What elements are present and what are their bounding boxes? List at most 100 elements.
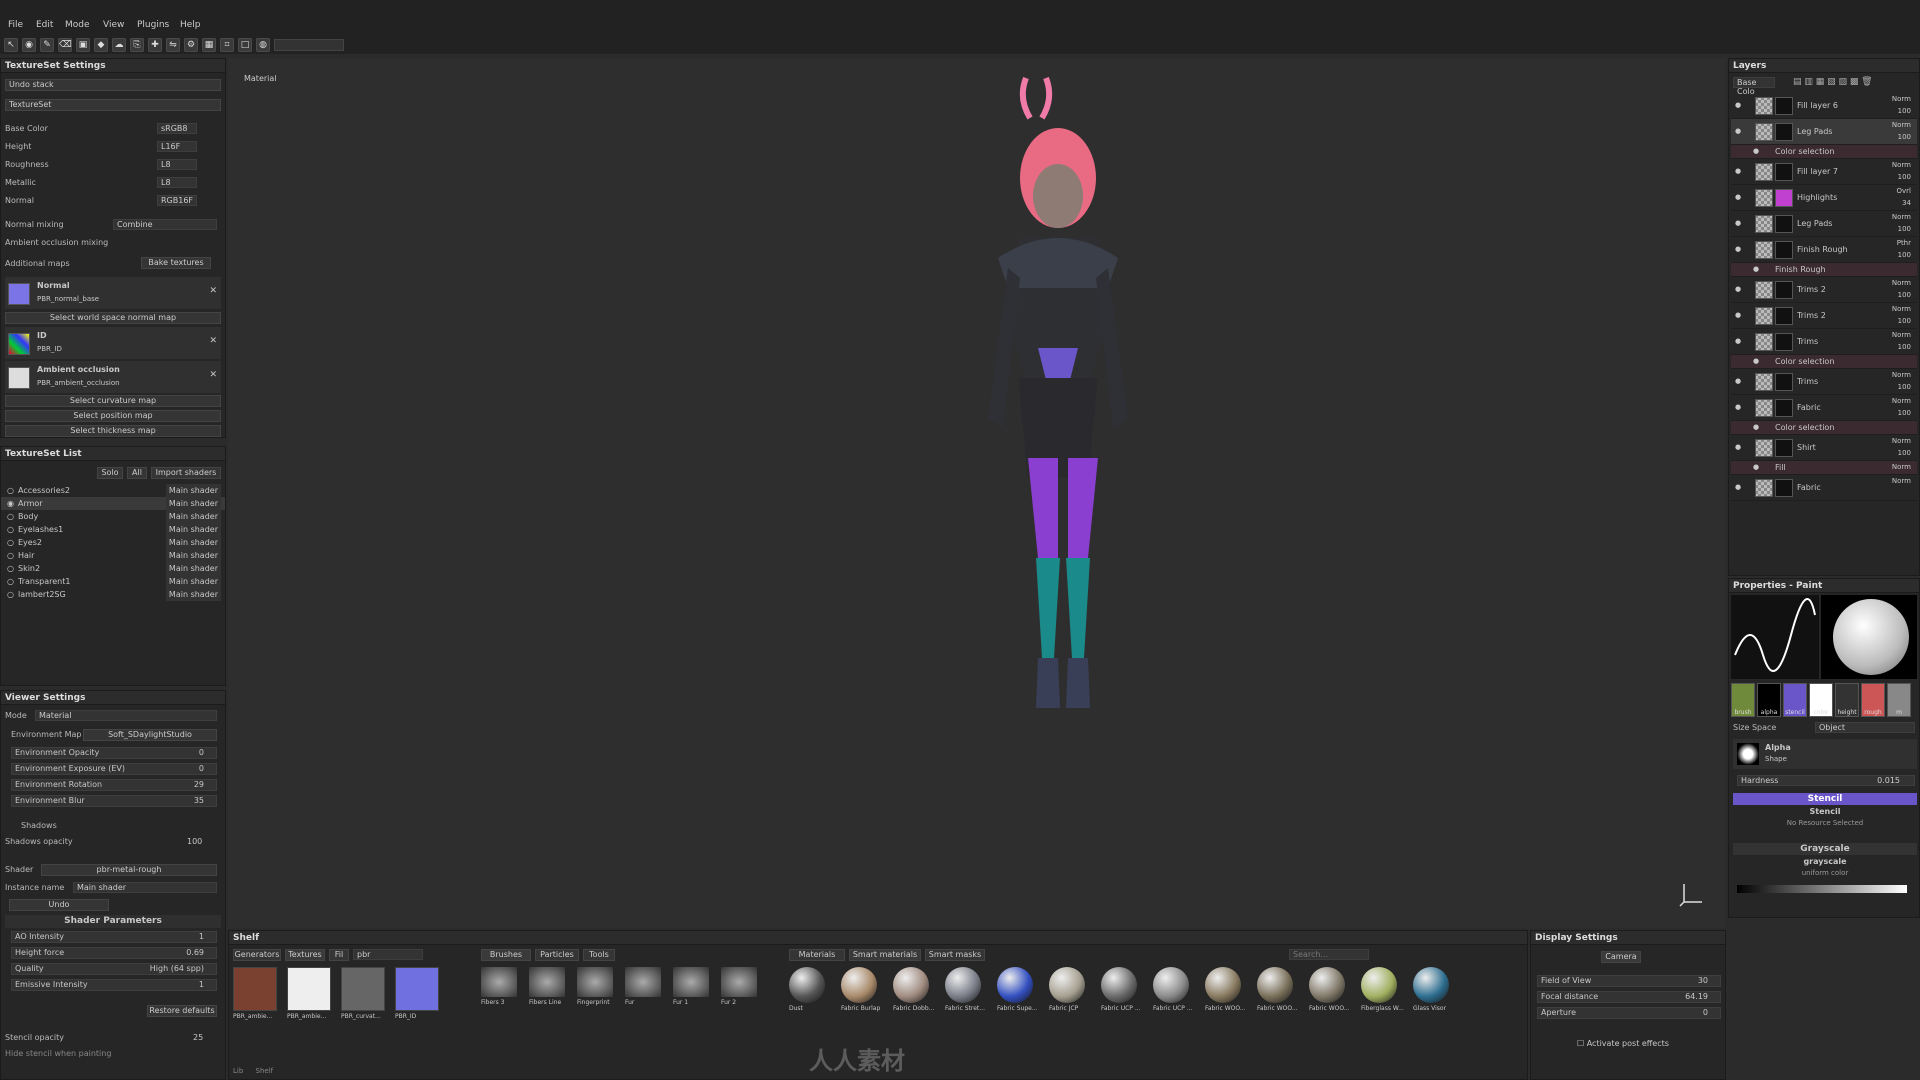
grayscale-header[interactable]: Grayscale <box>1733 843 1917 855</box>
shader-assign-button[interactable]: Main shader <box>165 536 221 549</box>
camera-field[interactable]: Aperture 0 <box>1537 1007 1721 1019</box>
eye-icon[interactable]: ● <box>1735 311 1741 319</box>
tab-filters[interactable]: Fil <box>329 949 349 961</box>
layer-row[interactable]: ● Fabric Norm <box>1731 475 1917 501</box>
textureset-list-item[interactable]: ○ Transparent1 Main shader <box>1 575 225 588</box>
layer-opacity[interactable]: 34 <box>1902 199 1911 207</box>
textureset-list-item[interactable]: ○ Skin2 Main shader <box>1 562 225 575</box>
texture-thumbnail[interactable]: PBR_ambie... <box>287 967 335 1025</box>
layer-row[interactable]: ● Trims Norm 100 <box>1731 369 1917 395</box>
layer-row[interactable]: ● Leg Pads Norm 100 <box>1731 211 1917 237</box>
picker-icon[interactable]: ✚ <box>148 38 162 52</box>
arrow-icon[interactable]: ↖ <box>4 38 18 52</box>
eye-icon[interactable]: ● <box>1753 265 1759 273</box>
material-thumbnail[interactable]: Fabric Supe... <box>997 967 1043 1015</box>
env-slider[interactable]: Environment Blur 35 <box>11 795 217 807</box>
menu-edit[interactable]: Edit <box>36 20 53 30</box>
layer-opacity[interactable]: 100 <box>1898 343 1911 351</box>
eye-icon[interactable]: ● <box>1735 193 1741 201</box>
material-thumbnail[interactable]: Fabric Burlap <box>841 967 887 1015</box>
shader-assign-button[interactable]: Main shader <box>165 575 221 588</box>
grayscale-slider[interactable] <box>1737 885 1907 893</box>
layer-opacity[interactable]: 100 <box>1898 107 1911 115</box>
hide-stencil-checkbox[interactable]: Hide stencil when painting <box>5 1047 221 1060</box>
eye-icon[interactable]: ● <box>1735 127 1741 135</box>
layer-opacity[interactable]: 100 <box>1898 173 1911 181</box>
menu-plugins[interactable]: Plugins <box>137 20 169 30</box>
radio-icon[interactable]: ○ <box>7 577 14 586</box>
layer-blend-mode[interactable]: Norm <box>1892 397 1911 405</box>
tab-smart-materials[interactable]: Smart materials <box>849 949 921 961</box>
normal-mixing-select[interactable]: Combine <box>113 219 217 230</box>
property-channel-stencil[interactable]: stencil <box>1783 683 1807 717</box>
size-space-select[interactable]: Object <box>1815 722 1915 733</box>
layer-blend-mode[interactable]: Norm <box>1892 437 1911 445</box>
channel-select[interactable]: Base Colo <box>1733 77 1775 96</box>
material-thumbnail[interactable]: Fabric WOO... <box>1257 967 1303 1015</box>
close-icon[interactable]: ✕ <box>209 286 217 296</box>
menu-help[interactable]: Help <box>180 20 201 30</box>
property-channel-m[interactable]: m <box>1887 683 1911 717</box>
textureset-list-item[interactable]: ○ Body Main shader <box>1 510 225 523</box>
toolbar-slider[interactable] <box>274 39 344 51</box>
material-thumbnail[interactable]: Fabric Stret... <box>945 967 991 1015</box>
layer-mask-row[interactable]: ● Finish Rough <box>1731 263 1917 277</box>
layer-blend-mode[interactable]: Norm <box>1892 95 1911 103</box>
shader-select[interactable]: pbr-metal-rough <box>41 864 217 876</box>
close-icon[interactable]: ✕ <box>209 370 217 380</box>
layer-row[interactable]: ● Leg Pads Norm 100 <box>1731 119 1917 145</box>
map-slot-ao[interactable]: Ambient occlusion PBR_ambient_occlusion … <box>5 361 221 393</box>
brush-thumbnail[interactable]: Fur 1 <box>673 967 713 1011</box>
material-thumbnail[interactable]: Fiberglass W... <box>1361 967 1407 1015</box>
textureset-list-item[interactable]: ○ Accessories2 Main shader <box>1 484 225 497</box>
radio-icon[interactable]: ◉ <box>7 499 14 508</box>
brush-thumbnail[interactable]: Fur <box>625 967 665 1011</box>
layer-blend-mode[interactable]: Norm <box>1892 305 1911 313</box>
select-position-button[interactable]: Select position map <box>5 410 221 422</box>
camera-field[interactable]: Focal distance 64.19 <box>1537 991 1721 1003</box>
layer-blend-mode[interactable]: Norm <box>1892 477 1911 485</box>
tab-tools[interactable]: Tools <box>583 949 615 961</box>
textureset-list-item[interactable]: ○ Hair Main shader <box>1 549 225 562</box>
all-button[interactable]: All <box>127 467 147 479</box>
axis-gizmo-icon[interactable] <box>1678 880 1706 908</box>
tab-lib[interactable]: Lib <box>233 1067 243 1075</box>
layer-opacity[interactable]: 100 <box>1898 291 1911 299</box>
camera-icon[interactable]: ◉ <box>22 38 36 52</box>
eye-icon[interactable]: ● <box>1735 443 1741 451</box>
radio-icon[interactable]: ○ <box>7 590 14 599</box>
tab-brushes[interactable]: Brushes <box>481 949 531 961</box>
select-world-normal-button[interactable]: Select world space normal map <box>5 312 221 324</box>
layer-mask-row[interactable]: ● Fill Norm <box>1731 461 1917 475</box>
brush-thumbnail[interactable]: Fibers Line <box>529 967 569 1011</box>
tab-particles[interactable]: Particles <box>535 949 579 961</box>
eye-icon[interactable]: ● <box>1735 483 1741 491</box>
layer-mask-row[interactable]: ● Color selection <box>1731 355 1917 369</box>
layer-mask-row[interactable]: ● Color selection <box>1731 421 1917 435</box>
camera-view-icon[interactable]: ⌗ <box>220 38 234 52</box>
texture-thumbnail[interactable]: PBR_ID <box>395 967 443 1025</box>
radio-icon[interactable]: ○ <box>7 538 14 547</box>
cube-icon[interactable]: □ <box>238 38 252 52</box>
eye-icon[interactable]: ● <box>1735 167 1741 175</box>
textureset-list-item[interactable]: ○ Eyes2 Main shader <box>1 536 225 549</box>
radio-icon[interactable]: ○ <box>7 551 14 560</box>
material-thumbnail[interactable]: Fabric UCP ... <box>1101 967 1147 1015</box>
textureset-list-item[interactable]: ○ lambert2SG Main shader <box>1 588 225 601</box>
layer-row[interactable]: ● Trims 2 Norm 100 <box>1731 277 1917 303</box>
tab-textures[interactable]: Textures <box>285 949 325 961</box>
eye-icon[interactable]: ● <box>1735 101 1741 109</box>
eye-icon[interactable]: ● <box>1753 463 1759 471</box>
layer-row[interactable]: ● Fill layer 6 Norm 100 <box>1731 93 1917 119</box>
channel-format-select[interactable]: L8 <box>157 159 197 170</box>
layer-blend-mode[interactable]: Norm <box>1892 279 1911 287</box>
3d-viewport[interactable]: Material <box>228 58 1726 928</box>
shader-assign-button[interactable]: Main shader <box>165 549 221 562</box>
eye-icon[interactable]: ● <box>1735 219 1741 227</box>
brush-thumbnail[interactable]: Fibers 3 <box>481 967 521 1011</box>
brush-thumbnail[interactable]: Fur 2 <box>721 967 761 1011</box>
channel-format-select[interactable]: sRGB8 <box>157 123 197 134</box>
eye-icon[interactable]: ● <box>1735 403 1741 411</box>
solo-button[interactable]: Solo <box>97 467 123 479</box>
layer-blend-mode[interactable]: Norm <box>1892 371 1911 379</box>
